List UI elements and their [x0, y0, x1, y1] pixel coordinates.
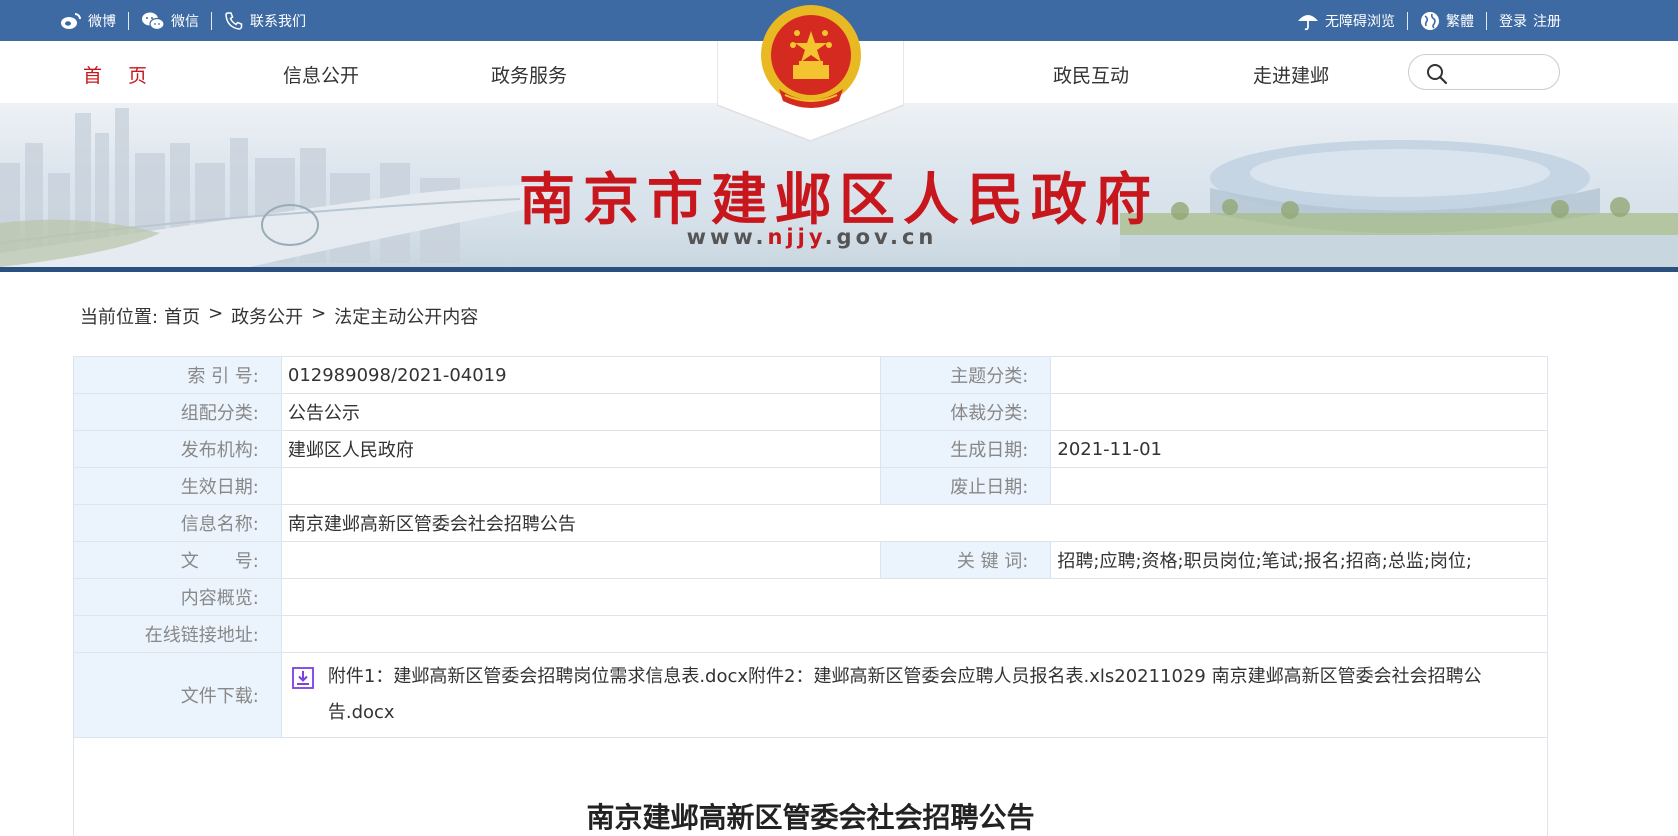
table-row: 信息名称: 南京建邺高新区管委会社会招聘公告 — [73, 504, 1549, 542]
keywords-label: 关 键 词: — [880, 541, 1052, 579]
url-suffix: .gov.cn — [824, 225, 938, 249]
genre-value — [1050, 393, 1548, 431]
weibo-link[interactable]: 微博 — [60, 11, 116, 31]
divider — [128, 11, 129, 30]
abolish-label: 废止日期: — [880, 467, 1052, 505]
contact-link[interactable]: 联系我们 — [224, 11, 306, 31]
table-row: 生效日期: 废止日期: — [73, 467, 1548, 505]
download-icon[interactable] — [291, 667, 314, 689]
site-url: www.njjy.gov.cn — [0, 225, 1624, 249]
nav-about[interactable]: 走进建邺 — [1253, 61, 1329, 88]
topic-label: 主题分类: — [880, 356, 1052, 394]
group-value: 公告公示 — [280, 393, 882, 431]
download-label: 文件下载: — [73, 652, 282, 738]
link-label: 在线链接地址: — [73, 615, 282, 653]
breadcrumb-separator: > — [311, 303, 327, 324]
table-row: 内容概览: — [73, 578, 1549, 616]
name-label: 信息名称: — [73, 504, 282, 542]
breadcrumb-home[interactable]: 首页 — [164, 303, 200, 329]
nav-home[interactable]: 首页 — [83, 61, 173, 88]
banner-bottom-stripe — [0, 267, 1678, 272]
divider — [211, 11, 212, 30]
created-label: 生成日期: — [880, 430, 1052, 468]
nav-info-open[interactable]: 信息公开 — [283, 61, 359, 88]
article-title: 南京建邺高新区管委会社会招聘公告 — [586, 801, 1035, 834]
search-box[interactable] — [1408, 54, 1560, 90]
search-icon[interactable] — [1426, 63, 1448, 85]
effective-value — [280, 467, 882, 505]
publisher-value: 建邺区人民政府 — [280, 430, 882, 468]
link-value — [280, 615, 1549, 653]
globe-icon — [1421, 11, 1439, 30]
wechat-label: 微信 — [171, 13, 199, 30]
wechat-link[interactable]: 微信 — [141, 11, 199, 31]
site-title: 南京市建邺区人民政府 — [519, 167, 1159, 233]
download-cell: 附件1：建邺高新区管委会招聘岗位需求信息表.docx附件2：建邺高新区管委会应聘… — [280, 652, 1549, 738]
index-label: 索 引 号: — [73, 356, 282, 394]
breadcrumb: 当前位置: 首页 > 政务公开 > 法定主动公开内容 — [80, 303, 478, 329]
url-prefix: www. — [686, 225, 768, 249]
breadcrumb-separator: > — [208, 303, 224, 324]
breadcrumb-current[interactable]: 法定主动公开内容 — [334, 303, 478, 329]
nav-gov-service[interactable]: 政务服务 — [491, 61, 567, 88]
table-row: 文件下载: 附件1：建邺高新区管委会招聘岗位需求信息表.docx附件2：建邺高新… — [73, 652, 1549, 738]
umbrella-icon — [1298, 14, 1318, 30]
traditional-link[interactable]: 繁體 — [1420, 11, 1474, 31]
breadcrumb-gov-affairs[interactable]: 政务公开 — [231, 303, 303, 329]
divider — [1407, 11, 1408, 30]
contact-label: 联系我们 — [250, 13, 306, 30]
created-value: 2021-11-01 — [1050, 430, 1548, 468]
summary-label: 内容概览: — [73, 578, 282, 616]
article-content: 南京建邺高新区管委会社会招聘公告 — [73, 736, 1548, 836]
publisher-label: 发布机构: — [73, 430, 282, 468]
table-row: 组配分类: 公告公示 体裁分类: — [73, 393, 1548, 431]
summary-value — [280, 578, 1549, 616]
register-link[interactable]: 注册 — [1533, 11, 1561, 31]
breadcrumb-prefix: 当前位置: — [80, 307, 159, 328]
table-row: 文 号: 关 键 词: 招聘;应聘;资格;职员岗位;笔试;报名;招商;总监;岗位… — [73, 541, 1548, 579]
accessibility-link[interactable]: 无障碍浏览 — [1297, 11, 1395, 31]
effective-label: 生效日期: — [73, 467, 282, 505]
docno-value — [280, 541, 882, 579]
divider — [1486, 11, 1487, 30]
docno-label: 文 号: — [73, 541, 282, 579]
emblem-container — [716, 5, 905, 142]
abolish-value — [1050, 467, 1548, 505]
accessibility-label: 无障碍浏览 — [1325, 13, 1395, 30]
index-value: 012989098/2021-04019 — [280, 356, 882, 394]
weibo-icon — [61, 12, 81, 29]
phone-icon — [225, 11, 243, 30]
table-row: 索 引 号: 012989098/2021-04019 主题分类: — [73, 356, 1548, 394]
name-value: 南京建邺高新区管委会社会招聘公告 — [280, 504, 1549, 542]
traditional-label: 繁體 — [1446, 13, 1474, 30]
login-link[interactable]: 登录 — [1499, 11, 1527, 31]
table-row: 在线链接地址: — [73, 615, 1549, 653]
national-emblem-icon — [761, 5, 861, 108]
group-label: 组配分类: — [73, 393, 282, 431]
wechat-icon — [142, 12, 165, 30]
nav-interaction[interactable]: 政民互动 — [1053, 61, 1129, 88]
keywords-value: 招聘;应聘;资格;职员岗位;笔试;报名;招商;总监;岗位; — [1050, 541, 1548, 579]
search-input[interactable] — [1457, 61, 1551, 85]
document-meta-table: 索 引 号: 012989098/2021-04019 主题分类: 组配分类: … — [73, 356, 1549, 738]
table-row: 发布机构: 建邺区人民政府 生成日期: 2021-11-01 — [73, 430, 1548, 468]
attachment-link[interactable]: 附件1：建邺高新区管委会招聘岗位需求信息表.docx附件2：建邺高新区管委会应聘… — [328, 659, 1539, 731]
weibo-label: 微博 — [88, 13, 116, 30]
genre-label: 体裁分类: — [880, 393, 1052, 431]
url-highlight: njjy — [767, 225, 825, 249]
topic-value — [1050, 356, 1548, 394]
